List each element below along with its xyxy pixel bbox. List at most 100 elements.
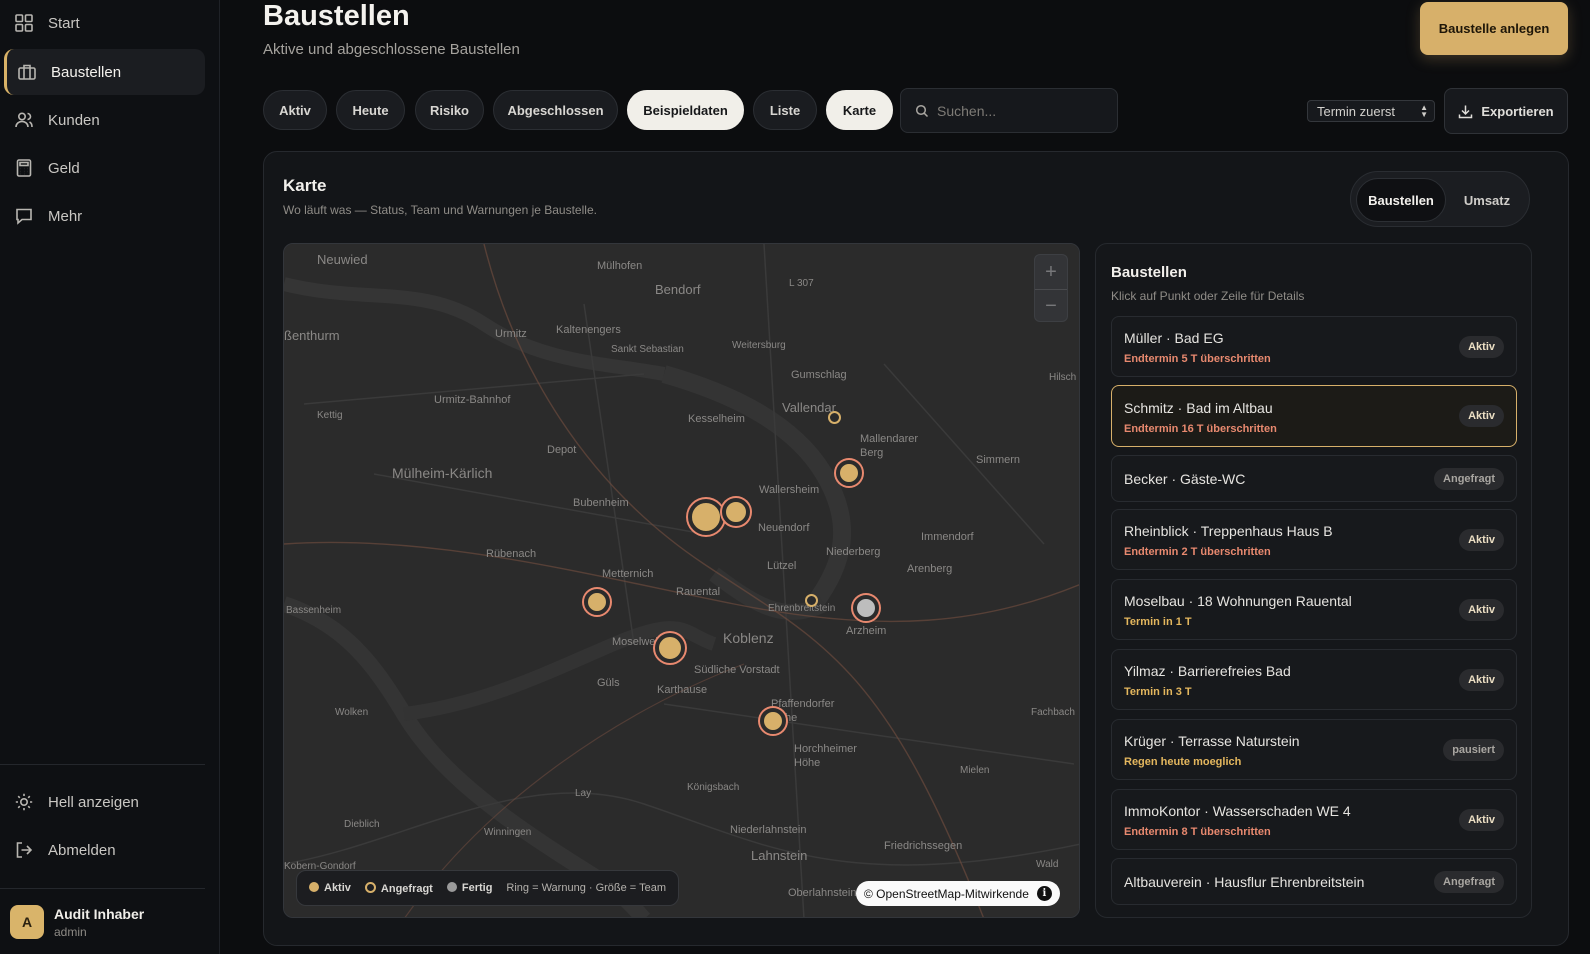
map-place-label: L 307 — [789, 278, 814, 289]
list-item[interactable]: Altbauverein · Hausflur Ehrenbreitstein … — [1111, 858, 1517, 905]
legend-done: Fertig — [446, 882, 493, 894]
sidebar-item-label: Geld — [48, 159, 80, 177]
filter-chip-aktiv[interactable]: Aktiv — [263, 90, 327, 130]
map-place-label: Neuwied — [317, 252, 368, 267]
map-marker-requested[interactable] — [828, 411, 841, 424]
zoom-in-button[interactable]: + — [1035, 255, 1067, 289]
map-place-label: Horchheimer Höhe — [794, 743, 857, 769]
main-content: Baustellen Aktive und abgeschlossene Bau… — [220, 0, 1590, 954]
sidebar-item-label: Mehr — [48, 207, 83, 225]
map-place-label: Simmern — [976, 454, 1021, 466]
search-box[interactable] — [900, 88, 1118, 133]
sidebar-item-label: Abmelden — [48, 841, 116, 859]
filter-chip-risiko[interactable]: Risiko — [415, 90, 484, 130]
user-profile[interactable]: A Audit Inhaber admin — [10, 905, 144, 939]
row-title: Yilmaz · Barrierefreies Bad — [1124, 663, 1291, 679]
toggle-baustellen[interactable]: Baustellen — [1356, 178, 1446, 222]
filter-chip-beispieldaten[interactable]: Beispieldaten — [627, 90, 744, 130]
status-badge: Aktiv — [1459, 669, 1504, 691]
map-place-label: Niederlahnstein — [730, 824, 807, 836]
list-item[interactable]: Rheinblick · Treppenhaus Haus B Endtermi… — [1111, 509, 1517, 570]
map-marker-active[interactable] — [722, 498, 750, 526]
filter-chip-heute[interactable]: Heute — [336, 90, 405, 130]
sidebar-item-kunden[interactable]: Kunden — [4, 97, 205, 143]
map-place-label: Güls — [597, 677, 620, 689]
map-place-label: Urmitz-Bahnhof — [434, 394, 511, 406]
map-place-label: Kesselheim — [688, 413, 745, 425]
map-marker-requested[interactable] — [805, 594, 818, 607]
legend-active: Aktiv — [309, 882, 351, 894]
legend-label: Aktiv — [324, 882, 351, 894]
map-attribution[interactable]: © OpenStreetMap-Mitwirkende i — [856, 881, 1060, 906]
map-place-label: Winningen — [484, 827, 532, 838]
list-item[interactable]: Müller · Bad EG Endtermin 5 T überschrit… — [1111, 316, 1517, 377]
map-marker-active[interactable] — [760, 708, 786, 734]
list-item[interactable]: Krüger · Terrasse Naturstein Regen heute… — [1111, 719, 1517, 780]
list-item[interactable]: Yilmaz · Barrierefreies Bad Termin in 3 … — [1111, 649, 1517, 710]
map-place-label: Karthause — [657, 684, 708, 696]
search-input[interactable] — [937, 102, 1107, 119]
list-item[interactable]: Schmitz · Bad im Altbau Endtermin 16 T ü… — [1111, 385, 1517, 447]
map-view[interactable]: Neuwied Mülhofen Bendorf L 307 ßenthurm … — [283, 243, 1080, 918]
map-marker-active[interactable] — [688, 499, 724, 535]
sun-icon — [15, 793, 33, 811]
sidebar-item-baustellen[interactable]: Baustellen — [4, 49, 205, 95]
sort-selected-value: Termin zuerst — [1317, 103, 1396, 119]
map-place-label: Neuendorf — [758, 522, 810, 534]
sidebar: Start Baustellen Kunden Geld Mehr Hell a… — [0, 0, 220, 954]
sidebar-item-hell-anzeigen[interactable]: Hell anzeigen — [4, 779, 205, 825]
map-place-label: Südliche Vorstadt — [694, 664, 780, 676]
map-marker-active[interactable] — [836, 460, 862, 486]
row-title: Krüger · Terrasse Naturstein — [1124, 733, 1300, 749]
list-item[interactable]: Moselbau · 18 Wohnungen Rauental Termin … — [1111, 579, 1517, 640]
sidebar-item-abmelden[interactable]: Abmelden — [4, 827, 205, 873]
baustellen-list-panel: Baustellen Klick auf Punkt oder Zeile fü… — [1095, 243, 1532, 918]
export-button[interactable]: Exportieren — [1444, 88, 1568, 134]
zoom-out-button[interactable]: − — [1035, 289, 1067, 323]
panel-title: Karte — [283, 176, 327, 195]
sort-select[interactable]: Termin zuerst ▲ ▼ — [1307, 100, 1435, 122]
status-badge: Angefragt — [1434, 468, 1504, 490]
map-place-label: Königsbach — [687, 782, 740, 793]
map-place-label: Mülhofen — [597, 260, 643, 272]
toggle-umsatz[interactable]: Umsatz — [1447, 178, 1527, 222]
view-chip-karte[interactable]: Karte — [826, 90, 893, 130]
sidebar-divider — [0, 888, 205, 889]
user-role: admin — [54, 924, 87, 939]
status-badge: Aktiv — [1459, 529, 1504, 551]
chevron-updown-icon: ▲ ▼ — [1420, 103, 1428, 119]
sidebar-item-mehr[interactable]: Mehr — [4, 193, 205, 239]
map-marker-done[interactable] — [853, 595, 879, 621]
view-chip-liste[interactable]: Liste — [753, 90, 817, 130]
briefcase-icon — [18, 64, 36, 80]
search-icon — [915, 104, 929, 117]
info-icon[interactable]: i — [1036, 886, 1052, 901]
ring-icon — [364, 881, 376, 893]
zoom-controls: + − — [1034, 254, 1068, 322]
row-warning: Termin in 3 T — [1124, 686, 1192, 698]
map-place-label: Mülheim-Kärlich — [392, 465, 493, 481]
list-subtitle: Klick auf Punkt oder Zeile für Details — [1111, 289, 1305, 303]
user-name: Audit Inhaber — [54, 905, 145, 922]
map-place-label: Bassenheim — [286, 605, 342, 616]
map-place-label: Gumschlag — [791, 369, 847, 381]
grid-icon — [15, 14, 33, 32]
sidebar-item-label: Kunden — [48, 111, 100, 129]
legend-requested: Angefragt — [364, 881, 433, 895]
sidebar-item-geld[interactable]: Geld — [4, 145, 205, 191]
filter-chip-abgeschlossen[interactable]: Abgeschlossen — [493, 90, 618, 130]
map-marker-active[interactable] — [655, 633, 685, 663]
row-warning: Endtermin 16 T überschritten — [1124, 423, 1277, 435]
sidebar-item-start[interactable]: Start — [4, 0, 205, 46]
row-title: Altbauverein · Hausflur Ehrenbreitstein — [1124, 874, 1365, 890]
add-baustelle-button[interactable]: Baustelle anlegen — [1420, 2, 1568, 55]
map-marker-active[interactable] — [584, 589, 610, 615]
list-item[interactable]: Becker · Gäste-WC Angefragt — [1111, 455, 1517, 502]
map-place-label: Bendorf — [655, 282, 701, 297]
map-place-label: Rübenach — [486, 548, 537, 560]
map-place-label: Oberlahnstein — [788, 887, 857, 899]
legend-label: Fertig — [461, 882, 493, 894]
list-item[interactable]: ImmoKontor · Wasserschaden WE 4 Endtermi… — [1111, 789, 1517, 850]
map-place-label: Hilsch — [1049, 372, 1077, 383]
map-place-label: Bubenheim — [573, 497, 629, 509]
